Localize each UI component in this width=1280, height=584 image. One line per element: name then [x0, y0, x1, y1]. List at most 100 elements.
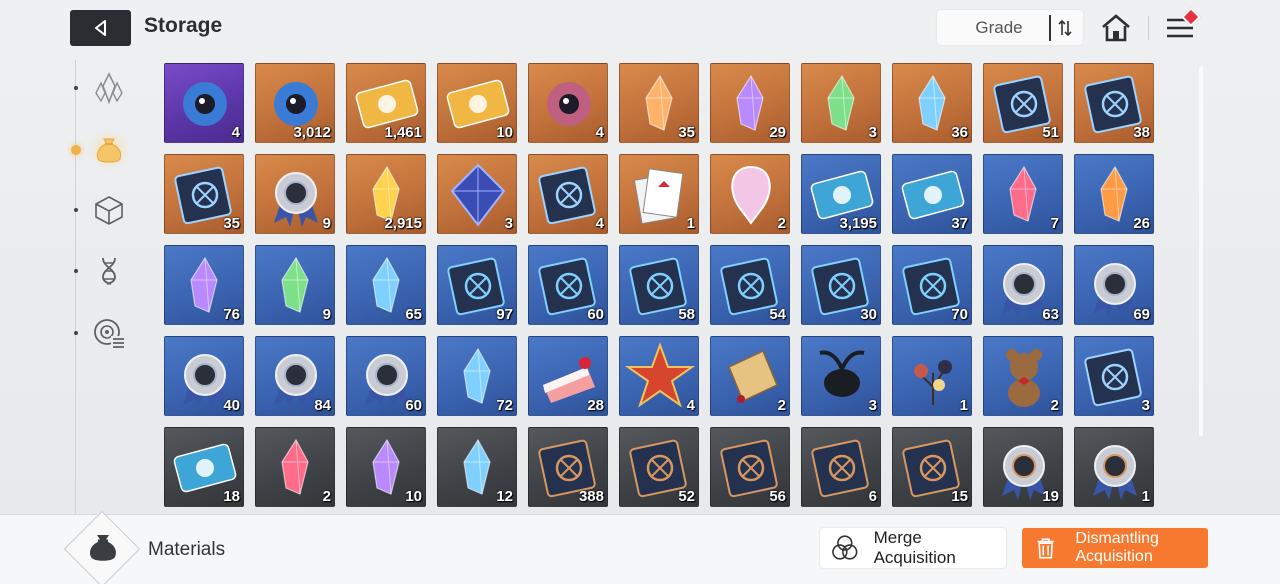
sort-order-toggle[interactable] [1049, 14, 1079, 41]
item-count: 60 [587, 306, 604, 323]
item-slot[interactable]: 63 [983, 245, 1063, 325]
category-tab-dna[interactable] [74, 250, 130, 292]
item-slot[interactable]: 3,012 [255, 63, 335, 143]
crystal-icon [95, 72, 123, 105]
item-count: 3,012 [293, 124, 331, 141]
merge-acquisition-button[interactable]: Merge Acquisition [820, 528, 1006, 568]
item-count: 35 [678, 124, 695, 141]
item-slot[interactable]: 19 [983, 427, 1063, 507]
category-tab-cube[interactable] [74, 189, 130, 231]
item-slot[interactable]: 7 [983, 154, 1063, 234]
item-count: 2 [777, 215, 786, 232]
item-slot[interactable]: 26 [1074, 154, 1154, 234]
item-slot[interactable]: 2 [710, 336, 790, 416]
item-slot[interactable]: 35 [164, 154, 244, 234]
item-count: 19 [1042, 488, 1059, 505]
item-count: 1,461 [384, 124, 422, 141]
item-slot[interactable]: 51 [983, 63, 1063, 143]
item-slot[interactable]: 10 [346, 427, 426, 507]
item-slot[interactable]: 52 [619, 427, 699, 507]
item-slot[interactable]: 28 [528, 336, 608, 416]
home-icon[interactable] [1100, 12, 1132, 44]
item-count: 84 [314, 397, 331, 414]
item-slot[interactable]: 9 [255, 154, 335, 234]
item-slot[interactable]: 76 [164, 245, 244, 325]
item-count: 1 [1141, 488, 1150, 505]
item-slot[interactable]: 65 [346, 245, 426, 325]
item-slot[interactable]: 2 [255, 427, 335, 507]
category-tab-crystal[interactable] [74, 67, 130, 109]
item-slot[interactable]: 54 [710, 245, 790, 325]
item-slot[interactable]: 3 [801, 336, 881, 416]
item-count: 51 [1042, 124, 1059, 141]
item-slot[interactable]: 1 [1074, 427, 1154, 507]
item-slot[interactable]: 3,195 [801, 154, 881, 234]
item-count: 58 [678, 306, 695, 323]
item-grid: 4 3,012 1,461 10 4 35 29 3 36 51 38 35 9… [164, 63, 1154, 508]
item-slot[interactable]: 56 [710, 427, 790, 507]
item-slot[interactable]: 4 [528, 63, 608, 143]
cube-icon [95, 196, 123, 225]
tab-dot [74, 86, 78, 90]
item-slot[interactable]: 6 [801, 427, 881, 507]
dna-icon [102, 257, 116, 285]
item-slot[interactable]: 1 [619, 154, 699, 234]
item-count: 54 [769, 306, 786, 323]
item-count: 3 [868, 124, 877, 141]
item-slot[interactable]: 1,461 [346, 63, 426, 143]
item-slot[interactable]: 3 [1074, 336, 1154, 416]
item-slot[interactable]: 70 [892, 245, 972, 325]
material-pouch-icon [90, 535, 116, 561]
item-slot[interactable]: 4 [528, 154, 608, 234]
item-slot[interactable]: 2 [710, 154, 790, 234]
item-count: 4 [231, 124, 240, 141]
item-count: 10 [405, 488, 422, 505]
scrollbar-thumb[interactable] [1199, 66, 1203, 436]
item-count: 9 [322, 306, 331, 323]
item-count: 18 [223, 488, 240, 505]
item-slot[interactable]: 1 [892, 336, 972, 416]
item-slot[interactable]: 2 [983, 336, 1063, 416]
sidebar-rail [75, 60, 76, 515]
dismantling-acquisition-button[interactable]: Dismantling Acquisition [1022, 528, 1208, 568]
item-slot[interactable]: 29 [710, 63, 790, 143]
sort-selector[interactable]: Grade [937, 10, 1083, 45]
item-slot[interactable]: 30 [801, 245, 881, 325]
category-tab-radar[interactable] [74, 312, 130, 354]
item-slot[interactable]: 3 [437, 154, 517, 234]
tab-dot-active [71, 145, 81, 155]
item-slot[interactable]: 388 [528, 427, 608, 507]
item-slot[interactable]: 4 [164, 63, 244, 143]
item-count: 36 [951, 124, 968, 141]
back-button[interactable] [70, 10, 131, 46]
item-slot[interactable]: 72 [437, 336, 517, 416]
item-count: 65 [405, 306, 422, 323]
item-count: 60 [405, 397, 422, 414]
item-slot[interactable]: 12 [437, 427, 517, 507]
item-count: 76 [223, 306, 240, 323]
item-slot[interactable]: 15 [892, 427, 972, 507]
item-slot[interactable]: 60 [346, 336, 426, 416]
item-slot[interactable]: 37 [892, 154, 972, 234]
item-slot[interactable]: 36 [892, 63, 972, 143]
item-count: 2 [777, 397, 786, 414]
item-slot[interactable]: 97 [437, 245, 517, 325]
item-count: 26 [1133, 215, 1150, 232]
item-slot[interactable]: 4 [619, 336, 699, 416]
item-count: 35 [223, 215, 240, 232]
item-slot[interactable]: 3 [801, 63, 881, 143]
item-slot[interactable]: 38 [1074, 63, 1154, 143]
item-slot[interactable]: 84 [255, 336, 335, 416]
item-slot[interactable]: 35 [619, 63, 699, 143]
item-slot[interactable]: 69 [1074, 245, 1154, 325]
category-tab-materials[interactable] [71, 129, 130, 171]
item-slot[interactable]: 58 [619, 245, 699, 325]
item-slot[interactable]: 10 [437, 63, 517, 143]
item-count: 63 [1042, 306, 1059, 323]
item-slot[interactable]: 40 [164, 336, 244, 416]
item-slot[interactable]: 2,915 [346, 154, 426, 234]
item-slot[interactable]: 60 [528, 245, 608, 325]
item-slot[interactable]: 9 [255, 245, 335, 325]
item-count: 388 [578, 488, 604, 505]
item-slot[interactable]: 18 [164, 427, 244, 507]
